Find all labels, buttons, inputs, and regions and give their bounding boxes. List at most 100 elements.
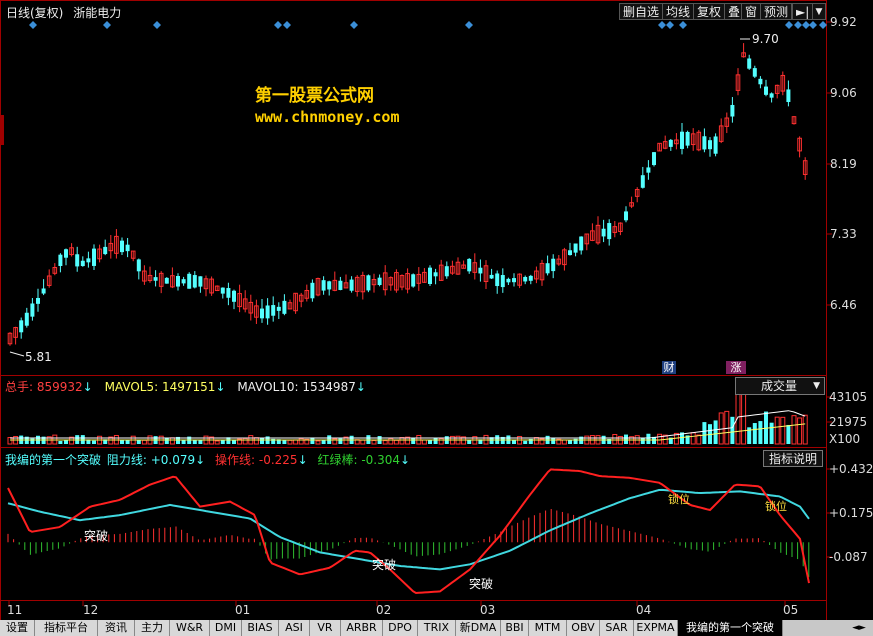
- candle-body: [41, 288, 46, 294]
- candle-body: [164, 277, 169, 284]
- tab-18[interactable]: EXPMA: [634, 620, 678, 636]
- volume-bar: [646, 433, 651, 444]
- candle-body: [640, 175, 645, 188]
- chevron-down-icon: ▼: [813, 381, 820, 391]
- volume-bar: [382, 440, 388, 445]
- candle-body: [523, 276, 528, 282]
- candle-body: [758, 78, 763, 85]
- candle-body: [428, 267, 432, 285]
- signal-diamond-icon: [794, 21, 802, 29]
- volume-selector[interactable]: 成交量 ▼: [735, 377, 825, 395]
- candle-body: [680, 131, 684, 149]
- signal-diamond-icon: [785, 21, 793, 29]
- candle-body: [652, 152, 656, 166]
- tab-2[interactable]: 指标平台: [35, 620, 98, 636]
- candle-body: [86, 258, 91, 263]
- mavol10-value: 1534987: [302, 380, 356, 394]
- signal-diamond-icon: [29, 21, 37, 29]
- panel-frame: [0, 447, 827, 601]
- volume-bar: [64, 440, 68, 444]
- tab-4[interactable]: 主力: [135, 620, 170, 636]
- volume-bar: [657, 433, 663, 445]
- signal-diamond-icon: [809, 21, 817, 29]
- tab-7[interactable]: BIAS: [242, 620, 279, 636]
- volume-bar: [164, 438, 169, 444]
- tab-1[interactable]: 设置: [0, 620, 35, 636]
- tab-3[interactable]: 资讯: [98, 620, 135, 636]
- candle-body: [377, 277, 382, 286]
- candle-body: [260, 308, 264, 319]
- volume-bar: [561, 439, 567, 445]
- candle-body: [176, 276, 180, 287]
- tab-11[interactable]: DPO: [383, 620, 418, 636]
- volume-bar: [523, 440, 528, 444]
- down-arrow-icon: ↓: [297, 453, 308, 467]
- volume-bar: [298, 438, 304, 445]
- volume-bar: [724, 410, 730, 445]
- tab-13[interactable]: 新DMA: [456, 620, 501, 636]
- tab-17[interactable]: SAR: [600, 620, 634, 636]
- tab-8[interactable]: ASI: [279, 620, 310, 636]
- signal-diamonds: [29, 21, 827, 29]
- tab-9[interactable]: VR: [310, 620, 341, 636]
- candle-body: [730, 104, 735, 117]
- price-tick: 9.06: [830, 86, 857, 100]
- limit-up-badge[interactable]: 涨: [726, 361, 746, 374]
- candle-body: [433, 272, 438, 277]
- signal-diamond-icon: [465, 21, 473, 29]
- volume-bar: [181, 440, 186, 444]
- tab-15[interactable]: MTM: [529, 620, 567, 636]
- ma-button[interactable]: 均线: [662, 3, 695, 20]
- menu-dropdown-icon[interactable]: ▼: [812, 3, 826, 20]
- candle-body: [568, 250, 572, 256]
- indicator-help-button[interactable]: 指标说明: [763, 450, 823, 467]
- nav-end-icon[interactable]: ►|: [792, 3, 814, 20]
- high-price-label: 9.70: [752, 32, 779, 46]
- volume-bar: [388, 437, 394, 445]
- candle-body: [192, 275, 197, 288]
- tab-scroll-arrows-icon[interactable]: ◄►: [845, 621, 873, 635]
- candle-body: [198, 276, 203, 287]
- tab-6[interactable]: DMI: [210, 620, 242, 636]
- tab-5[interactable]: W&R: [170, 620, 210, 636]
- volume-bar: [360, 439, 366, 445]
- forecast-button[interactable]: 预测: [760, 3, 793, 20]
- volume-bar: [214, 440, 220, 445]
- x-tick: 02: [376, 603, 392, 617]
- candle-body: [646, 167, 651, 173]
- tab-12[interactable]: TRIX: [418, 620, 456, 636]
- grid-lines: [0, 0, 832, 621]
- panel-frame: [0, 600, 827, 621]
- op-label: 操作线:: [215, 453, 259, 467]
- mavol5-value: 1497151: [161, 380, 216, 394]
- stock-name: 浙能电力: [73, 6, 122, 20]
- tab-14[interactable]: BBI: [501, 620, 529, 636]
- volume-bar: [315, 440, 321, 445]
- down-arrow-icon: ↓: [355, 380, 366, 394]
- adjust-button[interactable]: 复权: [693, 3, 726, 20]
- candle-body: [528, 275, 533, 281]
- volume-bar: [624, 434, 628, 444]
- candle-body: [80, 260, 85, 267]
- bar-label: 红绿棒:: [317, 453, 362, 467]
- volume-bar: [242, 437, 248, 445]
- volume-bar: [58, 440, 63, 444]
- candle-body: [271, 305, 276, 316]
- signal-diamond-icon: [679, 21, 687, 29]
- tab-16[interactable]: OBV: [567, 620, 600, 636]
- finance-badge[interactable]: 财: [662, 361, 676, 374]
- tab-19[interactable]: 我编的第一个突破: [678, 620, 783, 636]
- candle-body: [338, 280, 343, 290]
- remove-watchlist-button[interactable]: 删自选: [619, 3, 664, 20]
- candle-body: [551, 258, 556, 272]
- volume-legend: 总手: 859932↓ MAVOL5: 1497151↓ MAVOL10: 15…: [5, 378, 366, 395]
- volume-bar: [802, 414, 808, 445]
- candle-body: [512, 278, 516, 283]
- window-button[interactable]: 窗: [741, 3, 762, 20]
- candle-body: [708, 140, 712, 150]
- tab-10[interactable]: ARBR: [341, 620, 383, 636]
- volume-bar: [780, 416, 786, 445]
- chart-canvas[interactable]: [0, 0, 873, 636]
- candle-body: [187, 273, 192, 289]
- volume-bar: [7, 437, 13, 445]
